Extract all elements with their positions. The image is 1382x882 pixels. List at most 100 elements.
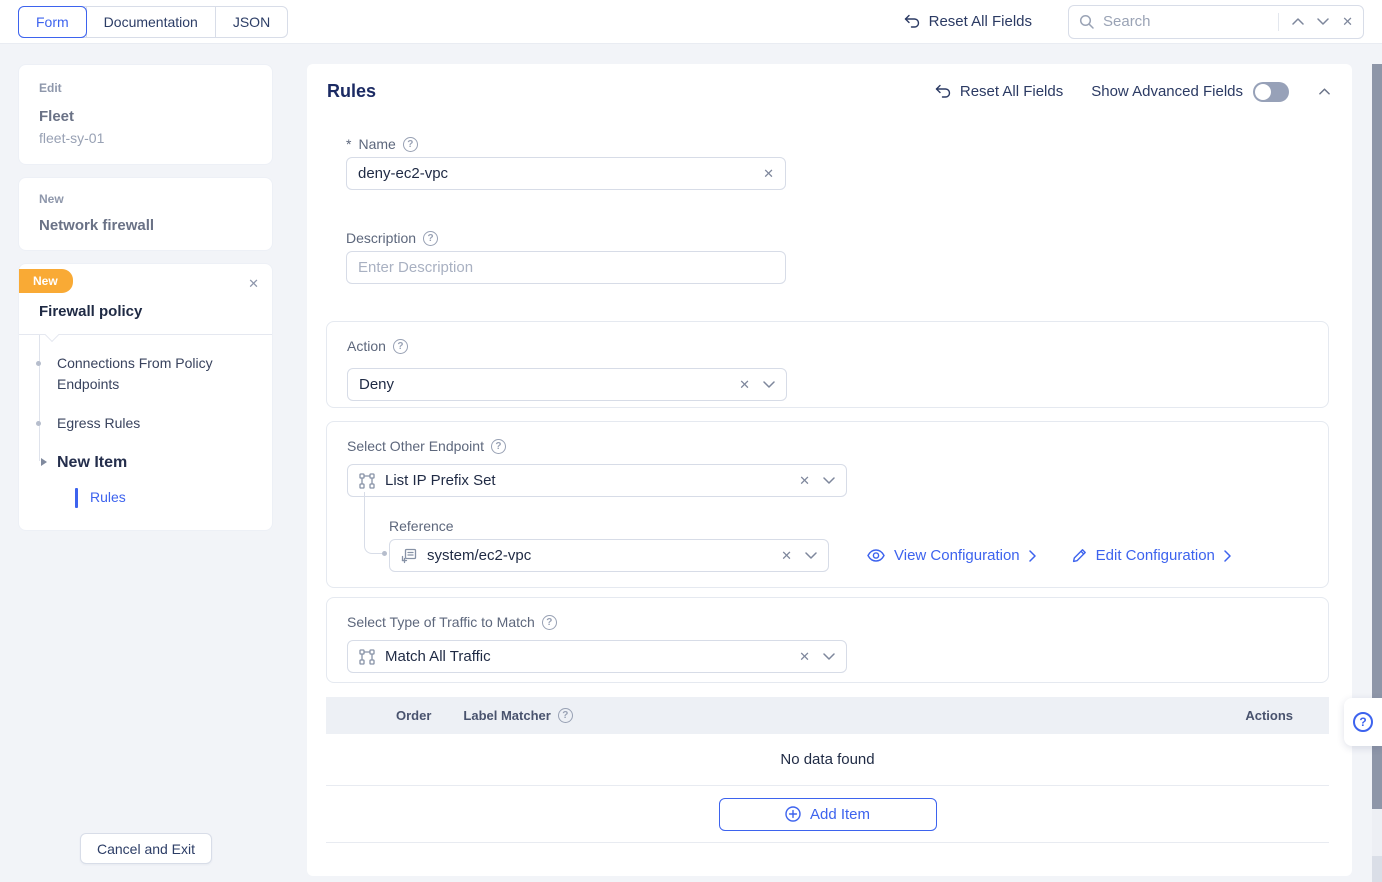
policy-title: Firewall policy — [19, 293, 272, 334]
field-label-text: Select Other Endpoint — [347, 438, 484, 454]
help-button[interactable]: ? — [1344, 698, 1382, 746]
endpoint-field-label: Select Other Endpoint ? — [347, 438, 1308, 454]
search-icon — [1079, 14, 1095, 30]
reference-select[interactable]: system/ec2-vpc ✕ — [389, 539, 829, 572]
cancel-and-exit-button[interactable]: Cancel and Exit — [80, 833, 212, 864]
tab-documentation[interactable]: Documentation — [86, 7, 215, 37]
tree-item-rules-active[interactable]: Rules — [75, 487, 258, 508]
traffic-type-icon — [359, 649, 375, 665]
new-status-badge: New — [19, 269, 73, 293]
card-title: Fleet — [39, 108, 252, 125]
show-advanced-fields-label: Show Advanced Fields — [1091, 83, 1243, 100]
undo-icon — [904, 14, 921, 29]
reset-all-fields-button[interactable]: Reset All Fields — [935, 83, 1063, 100]
select-value: system/ec2-vpc — [427, 547, 771, 564]
column-header-text: Label Matcher — [463, 708, 550, 723]
help-icon[interactable]: ? — [558, 708, 573, 723]
clear-traffic-button[interactable]: ✕ — [799, 650, 810, 663]
collapse-section-button[interactable] — [1319, 88, 1330, 95]
clear-action-button[interactable]: ✕ — [739, 378, 750, 391]
eye-icon — [867, 549, 885, 562]
help-icon[interactable]: ? — [403, 137, 418, 152]
show-advanced-fields-toggle[interactable] — [1253, 82, 1289, 102]
description-input[interactable] — [358, 259, 774, 276]
scrollbar-track-end — [1372, 856, 1382, 882]
clear-name-button[interactable]: ✕ — [763, 167, 774, 180]
tree-item-new-item[interactable]: New Item — [19, 452, 258, 473]
reset-all-fields-label: Reset All Fields — [929, 13, 1032, 30]
active-indicator-bar — [75, 488, 78, 508]
help-icon[interactable]: ? — [423, 231, 438, 246]
close-search-button[interactable]: ✕ — [1342, 15, 1353, 28]
divider — [1278, 13, 1279, 31]
column-header-order: Order — [396, 708, 431, 723]
reference-field-label: Reference — [389, 518, 454, 534]
vertical-scrollbar-track[interactable] — [1372, 64, 1382, 882]
tree-item-connections-from-policy-endpoints[interactable]: Connections From Policy Endpoints — [19, 353, 258, 395]
help-icon[interactable]: ? — [491, 439, 506, 454]
table-footer-row: Add Item — [326, 786, 1329, 843]
field-label-text: Action — [347, 338, 386, 354]
reference-doc-icon — [401, 548, 417, 564]
tab-json[interactable]: JSON — [215, 7, 287, 37]
chevron-down-icon[interactable] — [763, 381, 775, 388]
tab-form[interactable]: Form — [18, 6, 87, 38]
tree-item-egress-rules[interactable]: Egress Rules — [19, 413, 258, 434]
add-item-label: Add Item — [810, 806, 870, 823]
action-section-card: Action ? Deny ✕ — [326, 321, 1329, 408]
page-title: Rules — [327, 81, 376, 102]
clear-endpoint-button[interactable]: ✕ — [799, 474, 810, 487]
bullet-dot — [36, 421, 41, 426]
chevron-down-icon[interactable] — [823, 477, 835, 484]
chevron-down-icon[interactable] — [823, 653, 835, 660]
connector-dot — [382, 551, 387, 556]
card-subtitle: fleet-sy-01 — [39, 130, 252, 146]
table-empty-state: No data found — [326, 734, 1329, 786]
edit-configuration-link[interactable]: Edit Configuration — [1072, 547, 1231, 564]
column-header-actions: Actions — [1245, 708, 1293, 723]
view-configuration-link[interactable]: View Configuration — [867, 547, 1036, 564]
chevron-down-icon[interactable] — [805, 552, 817, 559]
card-kicker: Edit — [39, 81, 252, 95]
undo-icon — [935, 84, 952, 99]
description-input-wrapper — [346, 251, 786, 284]
action-select[interactable]: Deny ✕ — [347, 368, 787, 401]
previous-match-button[interactable] — [1292, 18, 1304, 25]
traffic-select[interactable]: Match All Traffic ✕ — [347, 640, 847, 673]
chevron-right-icon — [1224, 550, 1231, 562]
firewall-policy-card: New ✕ Firewall policy Connections From P… — [18, 263, 273, 531]
card-kicker: New — [39, 192, 252, 206]
search-input[interactable] — [1103, 13, 1270, 30]
field-label-text: Select Type of Traffic to Match — [347, 614, 535, 630]
help-icon[interactable]: ? — [393, 339, 408, 354]
description-field-label: Description ? — [346, 230, 438, 246]
help-icon[interactable]: ? — [542, 615, 557, 630]
select-value: Deny — [359, 376, 729, 393]
select-value: List IP Prefix Set — [385, 472, 789, 489]
bullet-dot — [36, 361, 41, 366]
panel-header-actions: Reset All Fields Show Advanced Fields — [935, 82, 1330, 102]
top-toolbar: Form Documentation JSON Reset All Fields — [0, 0, 1382, 44]
tree-item-label: Egress Rules — [57, 415, 140, 431]
close-policy-button[interactable]: ✕ — [248, 276, 259, 292]
next-match-button[interactable] — [1317, 18, 1329, 25]
reference-connector-line — [364, 492, 382, 554]
name-input[interactable] — [358, 165, 763, 182]
select-value: Match All Traffic — [385, 648, 789, 665]
clear-reference-button[interactable]: ✕ — [781, 549, 792, 562]
rules-form-panel: Rules Reset All Fields Show Advanced Fie… — [307, 64, 1352, 876]
endpoint-type-icon — [359, 473, 375, 489]
pencil-icon — [1072, 548, 1087, 563]
field-label-text: Description — [346, 230, 416, 246]
plus-circle-icon — [785, 806, 801, 822]
add-item-button[interactable]: Add Item — [719, 798, 937, 831]
link-label: Edit Configuration — [1096, 547, 1215, 564]
policy-tree: Connections From Policy Endpoints Egress… — [19, 335, 272, 508]
search-controls: ✕ — [1278, 13, 1353, 31]
endpoint-select[interactable]: List IP Prefix Set ✕ — [347, 464, 847, 497]
field-label-text: Name — [358, 136, 395, 152]
sidebar: Edit Fleet fleet-sy-01 New Network firew… — [18, 64, 273, 543]
reset-all-fields-button[interactable]: Reset All Fields — [904, 13, 1032, 30]
tree-item-label: New Item — [57, 454, 127, 471]
view-tab-group: Form Documentation JSON — [18, 6, 288, 38]
